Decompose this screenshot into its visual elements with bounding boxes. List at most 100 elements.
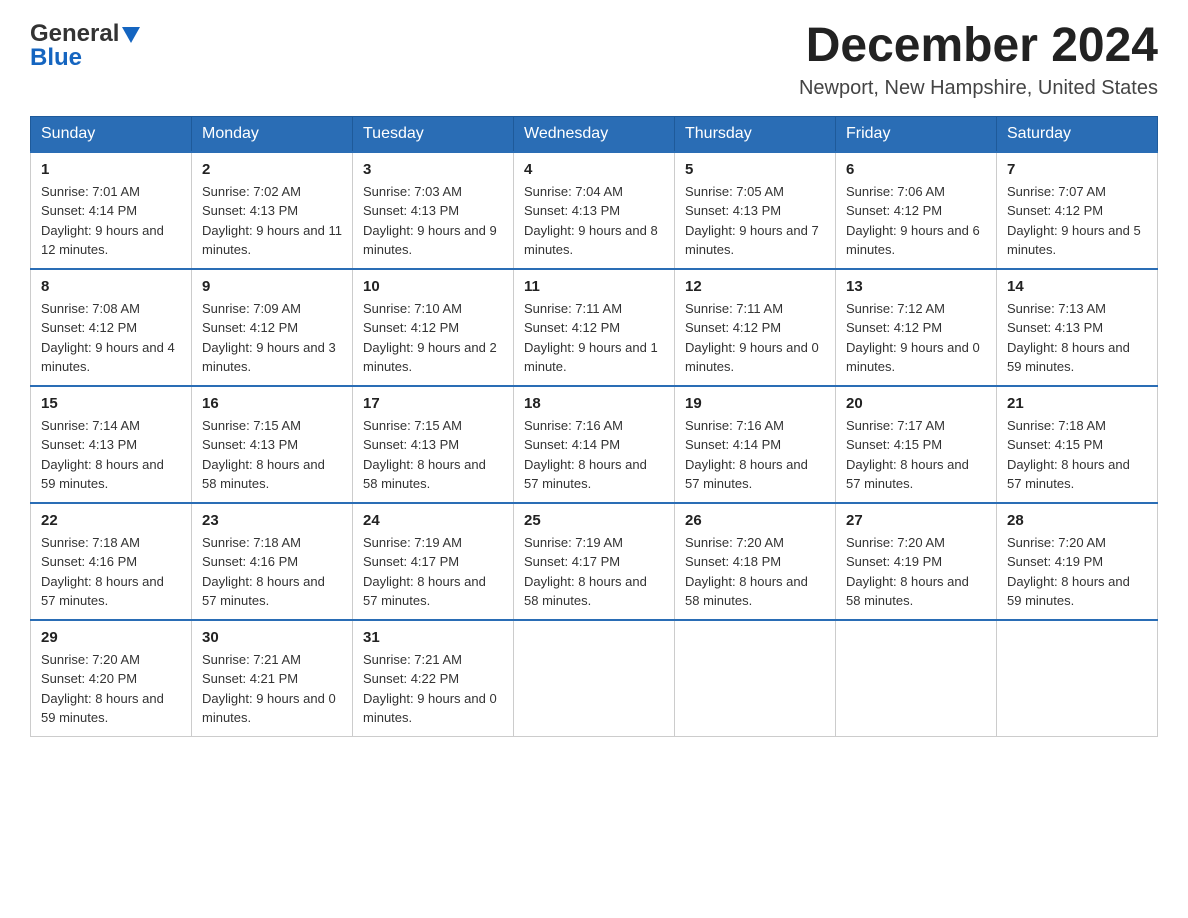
day-number: 16 [202, 395, 342, 412]
day-info: Sunrise: 7:11 AMSunset: 4:12 PMDaylight:… [524, 299, 664, 377]
day-info: Sunrise: 7:19 AMSunset: 4:17 PMDaylight:… [524, 533, 664, 611]
calendar-cell: 31 Sunrise: 7:21 AMSunset: 4:22 PMDaylig… [353, 620, 514, 737]
calendar-cell: 11 Sunrise: 7:11 AMSunset: 4:12 PMDaylig… [514, 269, 675, 386]
calendar-cell: 22 Sunrise: 7:18 AMSunset: 4:16 PMDaylig… [31, 503, 192, 620]
week-row-1: 1 Sunrise: 7:01 AMSunset: 4:14 PMDayligh… [31, 152, 1158, 269]
weekday-header-friday: Friday [836, 116, 997, 152]
day-info: Sunrise: 7:16 AMSunset: 4:14 PMDaylight:… [524, 416, 664, 494]
weekday-header-saturday: Saturday [997, 116, 1158, 152]
calendar-cell: 23 Sunrise: 7:18 AMSunset: 4:16 PMDaylig… [192, 503, 353, 620]
calendar-cell: 6 Sunrise: 7:06 AMSunset: 4:12 PMDayligh… [836, 152, 997, 269]
day-number: 2 [202, 161, 342, 178]
calendar-cell: 18 Sunrise: 7:16 AMSunset: 4:14 PMDaylig… [514, 386, 675, 503]
logo: General Blue [30, 20, 140, 72]
day-number: 8 [41, 278, 181, 295]
week-row-2: 8 Sunrise: 7:08 AMSunset: 4:12 PMDayligh… [31, 269, 1158, 386]
day-number: 31 [363, 629, 503, 646]
weekday-header-tuesday: Tuesday [353, 116, 514, 152]
day-info: Sunrise: 7:12 AMSunset: 4:12 PMDaylight:… [846, 299, 986, 377]
day-number: 21 [1007, 395, 1147, 412]
week-row-5: 29 Sunrise: 7:20 AMSunset: 4:20 PMDaylig… [31, 620, 1158, 737]
day-info: Sunrise: 7:20 AMSunset: 4:19 PMDaylight:… [846, 533, 986, 611]
page-header: General Blue December 2024 Newport, New … [30, 20, 1158, 100]
logo-triangle-icon [122, 27, 140, 43]
day-info: Sunrise: 7:16 AMSunset: 4:14 PMDaylight:… [685, 416, 825, 494]
day-number: 18 [524, 395, 664, 412]
day-number: 28 [1007, 512, 1147, 529]
calendar-cell: 15 Sunrise: 7:14 AMSunset: 4:13 PMDaylig… [31, 386, 192, 503]
day-number: 27 [846, 512, 986, 529]
calendar-cell: 3 Sunrise: 7:03 AMSunset: 4:13 PMDayligh… [353, 152, 514, 269]
day-info: Sunrise: 7:20 AMSunset: 4:18 PMDaylight:… [685, 533, 825, 611]
week-row-3: 15 Sunrise: 7:14 AMSunset: 4:13 PMDaylig… [31, 386, 1158, 503]
day-number: 29 [41, 629, 181, 646]
calendar-table: SundayMondayTuesdayWednesdayThursdayFrid… [30, 116, 1158, 737]
day-number: 23 [202, 512, 342, 529]
day-number: 30 [202, 629, 342, 646]
weekday-header-monday: Monday [192, 116, 353, 152]
calendar-cell: 27 Sunrise: 7:20 AMSunset: 4:19 PMDaylig… [836, 503, 997, 620]
title-block: December 2024 Newport, New Hampshire, Un… [799, 20, 1158, 100]
day-info: Sunrise: 7:07 AMSunset: 4:12 PMDaylight:… [1007, 182, 1147, 260]
day-number: 9 [202, 278, 342, 295]
weekday-header-thursday: Thursday [675, 116, 836, 152]
calendar-cell: 1 Sunrise: 7:01 AMSunset: 4:14 PMDayligh… [31, 152, 192, 269]
day-number: 11 [524, 278, 664, 295]
day-info: Sunrise: 7:13 AMSunset: 4:13 PMDaylight:… [1007, 299, 1147, 377]
day-info: Sunrise: 7:17 AMSunset: 4:15 PMDaylight:… [846, 416, 986, 494]
day-info: Sunrise: 7:08 AMSunset: 4:12 PMDaylight:… [41, 299, 181, 377]
day-number: 4 [524, 161, 664, 178]
day-info: Sunrise: 7:18 AMSunset: 4:16 PMDaylight:… [202, 533, 342, 611]
weekday-header-wednesday: Wednesday [514, 116, 675, 152]
day-info: Sunrise: 7:15 AMSunset: 4:13 PMDaylight:… [363, 416, 503, 494]
day-number: 10 [363, 278, 503, 295]
day-number: 19 [685, 395, 825, 412]
calendar-cell: 28 Sunrise: 7:20 AMSunset: 4:19 PMDaylig… [997, 503, 1158, 620]
calendar-cell: 9 Sunrise: 7:09 AMSunset: 4:12 PMDayligh… [192, 269, 353, 386]
calendar-cell: 8 Sunrise: 7:08 AMSunset: 4:12 PMDayligh… [31, 269, 192, 386]
calendar-cell: 12 Sunrise: 7:11 AMSunset: 4:12 PMDaylig… [675, 269, 836, 386]
day-info: Sunrise: 7:18 AMSunset: 4:15 PMDaylight:… [1007, 416, 1147, 494]
day-info: Sunrise: 7:19 AMSunset: 4:17 PMDaylight:… [363, 533, 503, 611]
day-number: 13 [846, 278, 986, 295]
calendar-cell: 29 Sunrise: 7:20 AMSunset: 4:20 PMDaylig… [31, 620, 192, 737]
day-info: Sunrise: 7:01 AMSunset: 4:14 PMDaylight:… [41, 182, 181, 260]
day-number: 1 [41, 161, 181, 178]
calendar-cell: 7 Sunrise: 7:07 AMSunset: 4:12 PMDayligh… [997, 152, 1158, 269]
day-info: Sunrise: 7:04 AMSunset: 4:13 PMDaylight:… [524, 182, 664, 260]
day-number: 25 [524, 512, 664, 529]
calendar-cell: 13 Sunrise: 7:12 AMSunset: 4:12 PMDaylig… [836, 269, 997, 386]
logo-blue-text: Blue [30, 44, 82, 72]
day-number: 14 [1007, 278, 1147, 295]
day-number: 15 [41, 395, 181, 412]
calendar-cell: 17 Sunrise: 7:15 AMSunset: 4:13 PMDaylig… [353, 386, 514, 503]
day-info: Sunrise: 7:02 AMSunset: 4:13 PMDaylight:… [202, 182, 342, 260]
calendar-cell: 10 Sunrise: 7:10 AMSunset: 4:12 PMDaylig… [353, 269, 514, 386]
location-title: Newport, New Hampshire, United States [799, 77, 1158, 100]
calendar-cell: 5 Sunrise: 7:05 AMSunset: 4:13 PMDayligh… [675, 152, 836, 269]
day-info: Sunrise: 7:11 AMSunset: 4:12 PMDaylight:… [685, 299, 825, 377]
day-info: Sunrise: 7:21 AMSunset: 4:21 PMDaylight:… [202, 650, 342, 728]
day-info: Sunrise: 7:03 AMSunset: 4:13 PMDaylight:… [363, 182, 503, 260]
day-info: Sunrise: 7:20 AMSunset: 4:19 PMDaylight:… [1007, 533, 1147, 611]
day-info: Sunrise: 7:18 AMSunset: 4:16 PMDaylight:… [41, 533, 181, 611]
weekday-header-sunday: Sunday [31, 116, 192, 152]
day-info: Sunrise: 7:05 AMSunset: 4:13 PMDaylight:… [685, 182, 825, 260]
day-number: 7 [1007, 161, 1147, 178]
day-number: 17 [363, 395, 503, 412]
day-info: Sunrise: 7:14 AMSunset: 4:13 PMDaylight:… [41, 416, 181, 494]
calendar-cell: 20 Sunrise: 7:17 AMSunset: 4:15 PMDaylig… [836, 386, 997, 503]
calendar-cell: 16 Sunrise: 7:15 AMSunset: 4:13 PMDaylig… [192, 386, 353, 503]
day-number: 20 [846, 395, 986, 412]
week-row-4: 22 Sunrise: 7:18 AMSunset: 4:16 PMDaylig… [31, 503, 1158, 620]
day-number: 6 [846, 161, 986, 178]
calendar-cell: 2 Sunrise: 7:02 AMSunset: 4:13 PMDayligh… [192, 152, 353, 269]
calendar-cell: 4 Sunrise: 7:04 AMSunset: 4:13 PMDayligh… [514, 152, 675, 269]
day-number: 26 [685, 512, 825, 529]
day-info: Sunrise: 7:20 AMSunset: 4:20 PMDaylight:… [41, 650, 181, 728]
day-info: Sunrise: 7:15 AMSunset: 4:13 PMDaylight:… [202, 416, 342, 494]
day-number: 12 [685, 278, 825, 295]
day-info: Sunrise: 7:09 AMSunset: 4:12 PMDaylight:… [202, 299, 342, 377]
day-number: 5 [685, 161, 825, 178]
month-title: December 2024 [799, 20, 1158, 73]
